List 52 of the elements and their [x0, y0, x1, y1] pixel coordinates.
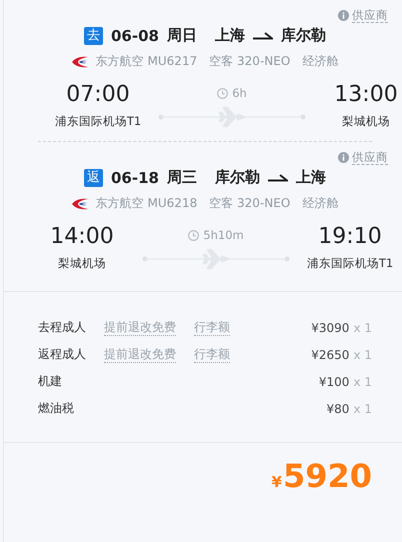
- fare-label: 燃油税: [38, 400, 75, 417]
- total-currency: ¥: [272, 473, 282, 491]
- departure-city: 库尔勒: [214, 168, 260, 187]
- fare-label: 去程成人: [38, 319, 87, 336]
- arrival-time: 13:00: [334, 82, 398, 108]
- airline-logo-icon: [72, 198, 88, 210]
- aircraft-type: 空客 320-NEO: [209, 53, 290, 70]
- fare-rule-link[interactable]: 提前退改免费: [104, 320, 176, 336]
- total-price: 5920: [282, 457, 372, 495]
- fare-label: 机建: [38, 373, 63, 390]
- fare-quantity: x 1: [353, 320, 372, 334]
- departure-airport: 浦东国际机场T1: [54, 114, 142, 129]
- flight-duration: 6h: [232, 86, 247, 100]
- fare-rule-link[interactable]: 行李额: [194, 346, 230, 362]
- weekday: 周三: [166, 168, 197, 187]
- flight-duration: 5h10m: [203, 228, 244, 242]
- fare-quantity: x 1: [353, 348, 372, 362]
- fare-amount: ¥80: [326, 402, 350, 416]
- fare-quantity: x 1: [353, 402, 372, 416]
- direction-badge: 去: [84, 26, 103, 44]
- direction-badge: 返: [84, 168, 103, 186]
- departure-airport: 梨城机场: [58, 256, 106, 271]
- supplier-link[interactable]: 供应商: [338, 8, 388, 22]
- fare-quantity: x 1: [353, 374, 372, 388]
- info-icon: [338, 10, 349, 20]
- flight-date: 06-08: [111, 26, 159, 44]
- fare-amount: ¥100: [318, 374, 350, 388]
- fare-rule-link[interactable]: 提前退改免费: [104, 346, 176, 362]
- supplier-link[interactable]: 供应商: [338, 150, 388, 164]
- fare-label: 返程成人: [38, 346, 87, 363]
- cabin-class: 经济舱: [302, 195, 338, 212]
- arrival-city: 上海: [296, 168, 326, 187]
- clock-icon: [188, 230, 200, 240]
- arrival-city: 库尔勒: [280, 26, 326, 45]
- fare-rule-link[interactable]: 行李额: [194, 320, 230, 336]
- weekday: 周日: [166, 26, 197, 45]
- clock-icon: [217, 88, 228, 98]
- arrival-time: 19:10: [318, 224, 382, 250]
- cabin-class: 经济舱: [302, 53, 338, 70]
- info-icon: [338, 152, 349, 162]
- fare-amount: ¥2650: [311, 348, 350, 362]
- arrival-airport: 梨城机场: [342, 114, 390, 129]
- airline-logo-icon: [72, 56, 88, 68]
- airline-flight: 东方航空 MU6218: [96, 195, 198, 212]
- arrival-airport: 浦东国际机场T1: [306, 256, 394, 271]
- airline-flight: 东方航空 MU6217: [96, 53, 198, 70]
- departure-time: 14:00: [50, 224, 114, 250]
- departure-city: 上海: [214, 26, 245, 45]
- departure-time: 07:00: [66, 82, 130, 108]
- fare-amount: ¥3090: [311, 320, 350, 334]
- aircraft-type: 空客 320-NEO: [209, 195, 290, 212]
- flight-date: 06-18: [111, 168, 159, 186]
